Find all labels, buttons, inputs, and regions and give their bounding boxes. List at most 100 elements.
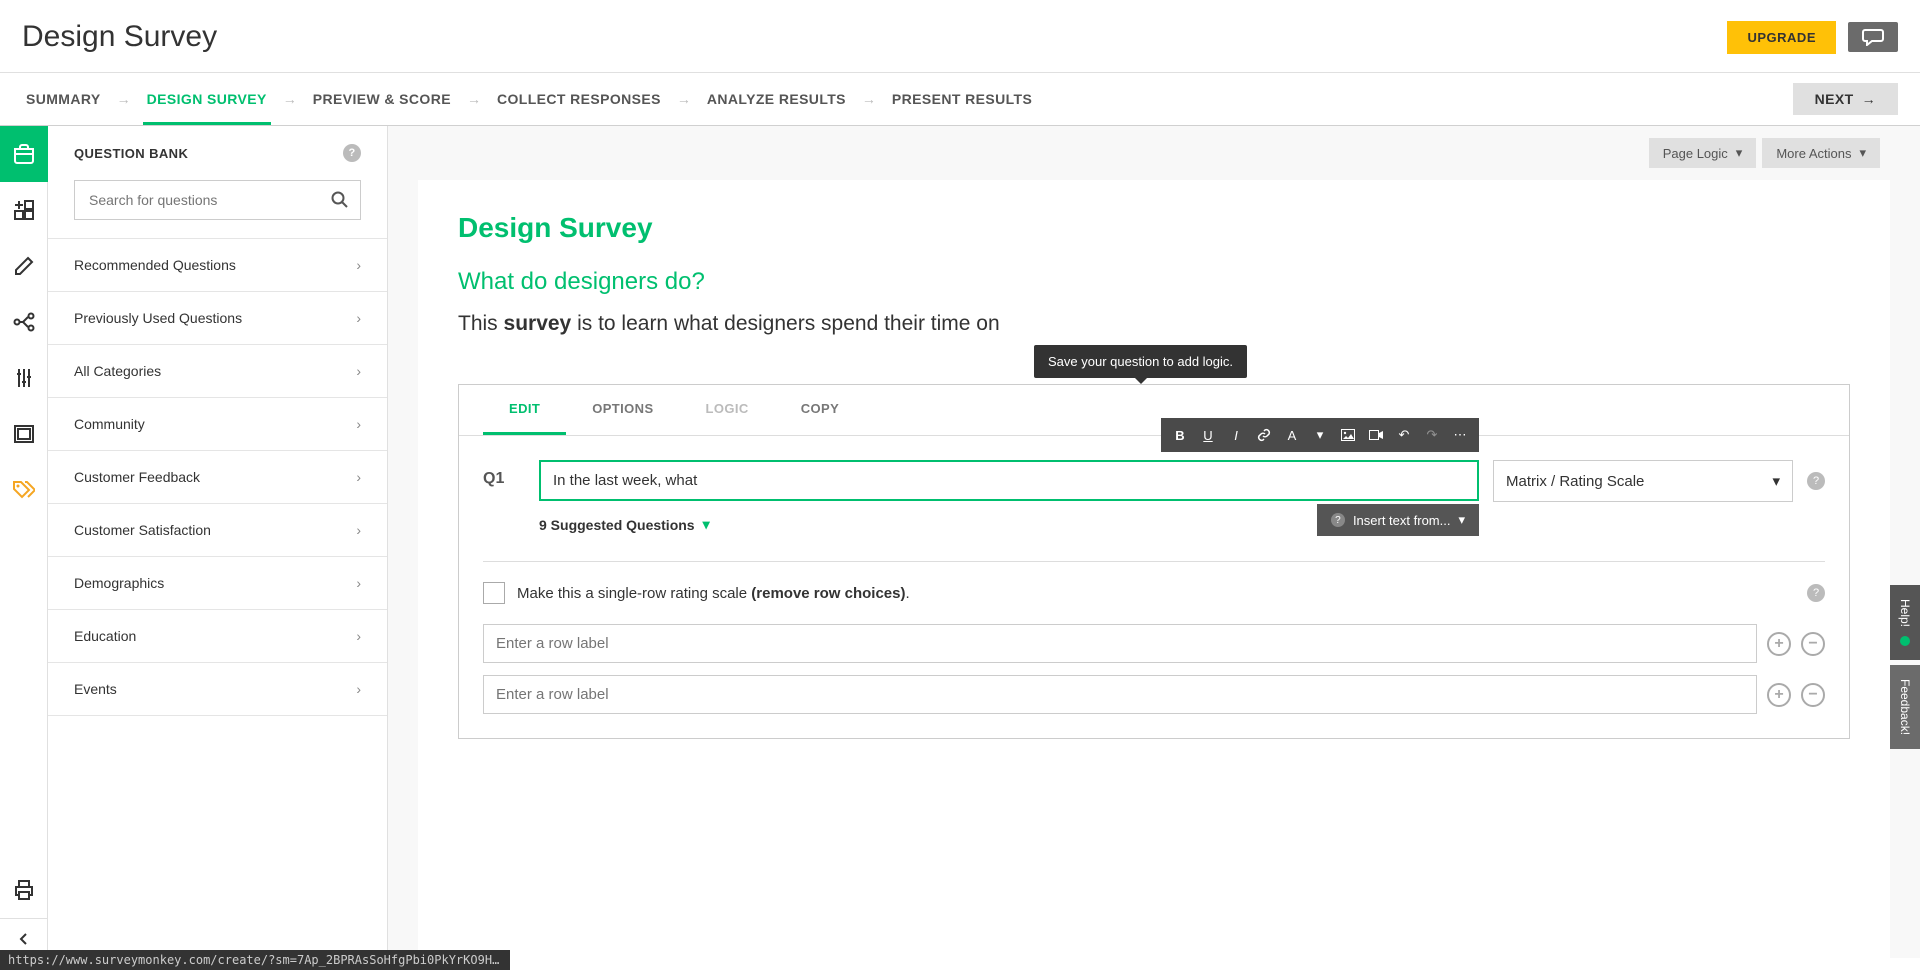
caret-down-icon: ▾ bbox=[1458, 512, 1465, 528]
sidebar-cat-education[interactable]: Education› bbox=[48, 610, 387, 663]
search-icon[interactable] bbox=[331, 191, 349, 209]
row-inputs: + − + − bbox=[483, 624, 1825, 714]
sidebar-cat-customer-feedback[interactable]: Customer Feedback› bbox=[48, 451, 387, 504]
chevron-right-icon: › bbox=[356, 363, 361, 379]
rail-themes[interactable] bbox=[0, 406, 48, 462]
rte-link[interactable] bbox=[1251, 422, 1277, 448]
question-text-input[interactable] bbox=[539, 460, 1479, 501]
question-editor: Save your question to add logic. EDIT OP… bbox=[458, 384, 1850, 739]
rte-image[interactable] bbox=[1335, 422, 1361, 448]
image-icon bbox=[14, 425, 34, 443]
header-actions: UPGRADE bbox=[1727, 21, 1898, 54]
chevron-left-icon bbox=[17, 932, 31, 946]
rte-underline[interactable]: U bbox=[1195, 422, 1221, 448]
sidebar-search bbox=[74, 180, 361, 220]
remove-row-button[interactable]: − bbox=[1801, 683, 1825, 707]
next-button[interactable]: NEXT → bbox=[1793, 83, 1898, 115]
tab-logic[interactable]: LOGIC bbox=[680, 385, 775, 435]
tags-icon bbox=[13, 481, 35, 499]
single-row-label: Make this a single-row rating scale (rem… bbox=[517, 585, 1795, 602]
more-actions-button[interactable]: More Actions ▾ bbox=[1762, 138, 1880, 168]
rte-video[interactable] bbox=[1363, 422, 1389, 448]
rail-options[interactable] bbox=[0, 350, 48, 406]
rte-more[interactable]: ⋯ bbox=[1447, 422, 1473, 448]
feedback-tab[interactable]: Feedback! bbox=[1890, 665, 1920, 749]
question-row: Q1 B U I A ▾ ↶ bbox=[483, 460, 1825, 502]
single-row-checkbox[interactable] bbox=[483, 582, 505, 604]
help-tab[interactable]: Help! bbox=[1890, 585, 1920, 660]
add-row-button[interactable]: + bbox=[1767, 683, 1791, 707]
tab-edit[interactable]: EDIT bbox=[483, 385, 566, 435]
nav-summary[interactable]: SUMMARY bbox=[22, 91, 105, 107]
sidebar: QUESTION BANK ? Recommended Questions› P… bbox=[48, 126, 388, 958]
question-body: Q1 B U I A ▾ ↶ bbox=[459, 436, 1849, 738]
rail-tags[interactable] bbox=[0, 462, 48, 518]
rail-builder[interactable] bbox=[0, 182, 48, 238]
help-icon[interactable]: ? bbox=[1807, 584, 1825, 602]
survey-title[interactable]: Design Survey bbox=[458, 212, 1850, 244]
status-bar: https://www.surveymonkey.com/create/?sm=… bbox=[0, 950, 510, 970]
nav-design-survey[interactable]: DESIGN SURVEY bbox=[143, 91, 271, 125]
upgrade-button[interactable]: UPGRADE bbox=[1727, 21, 1836, 54]
insert-text-button[interactable]: ? Insert text from... ▾ bbox=[1317, 504, 1479, 536]
suggested-questions-button[interactable]: 9 Suggested Questions ▾ bbox=[539, 516, 1825, 533]
nav-collect-responses[interactable]: COLLECT RESPONSES bbox=[493, 91, 665, 107]
sidebar-cat-events[interactable]: Events› bbox=[48, 663, 387, 716]
row-input-line: + − bbox=[483, 624, 1825, 663]
sidebar-cat-demographics[interactable]: Demographics› bbox=[48, 557, 387, 610]
sliders-icon bbox=[14, 368, 34, 388]
question-input-wrap: B U I A ▾ ↶ ↷ ⋯ bbox=[539, 460, 1479, 501]
rte-font[interactable]: A bbox=[1279, 422, 1305, 448]
row-input-line: + − bbox=[483, 675, 1825, 714]
remove-row-button[interactable]: − bbox=[1801, 632, 1825, 656]
rail-question-bank[interactable] bbox=[0, 126, 48, 182]
link-icon bbox=[1257, 428, 1271, 442]
chat-button[interactable] bbox=[1848, 22, 1898, 52]
tab-copy[interactable]: COPY bbox=[775, 385, 865, 435]
sidebar-cat-all[interactable]: All Categories› bbox=[48, 345, 387, 398]
page-logic-button[interactable]: Page Logic ▾ bbox=[1649, 138, 1757, 168]
chevron-right-icon: › bbox=[356, 681, 361, 697]
rte-italic[interactable]: I bbox=[1223, 422, 1249, 448]
briefcase-icon bbox=[13, 144, 35, 164]
search-input[interactable] bbox=[74, 180, 361, 220]
rte-font-dropdown[interactable]: ▾ bbox=[1307, 422, 1333, 448]
add-row-button[interactable]: + bbox=[1767, 632, 1791, 656]
header: Design Survey UPGRADE bbox=[0, 0, 1920, 73]
row-label-input[interactable] bbox=[483, 675, 1757, 714]
survey-description[interactable]: This survey is to learn what designers s… bbox=[458, 312, 1850, 336]
rail-logic[interactable] bbox=[0, 294, 48, 350]
main-layout: QUESTION BANK ? Recommended Questions› P… bbox=[0, 126, 1920, 958]
canvas-body: Design Survey What do designers do? This… bbox=[418, 180, 1890, 958]
sidebar-cat-previously-used[interactable]: Previously Used Questions› bbox=[48, 292, 387, 345]
caret-down-icon: ▾ bbox=[703, 516, 710, 533]
blocks-icon bbox=[14, 200, 34, 220]
nav-analyze-results[interactable]: ANALYZE RESULTS bbox=[703, 91, 850, 107]
chevron-right-icon: › bbox=[356, 310, 361, 326]
chevron-right-icon: › bbox=[356, 469, 361, 485]
next-label: NEXT bbox=[1815, 91, 1854, 107]
chevron-right-icon: › bbox=[356, 257, 361, 273]
rte-redo[interactable]: ↷ bbox=[1419, 422, 1445, 448]
arrow-right-icon: → bbox=[1862, 91, 1876, 107]
tab-options[interactable]: OPTIONS bbox=[566, 385, 679, 435]
breadcrumb-nav: SUMMARY → DESIGN SURVEY → PREVIEW & SCOR… bbox=[0, 73, 1920, 126]
nav-present-results[interactable]: PRESENT RESULTS bbox=[888, 91, 1036, 107]
question-type-select[interactable]: Matrix / Rating Scale ▾ bbox=[1493, 460, 1793, 502]
status-dot-icon bbox=[1900, 636, 1910, 646]
help-icon[interactable]: ? bbox=[1807, 472, 1825, 490]
rail-print[interactable] bbox=[0, 862, 48, 918]
sidebar-header: QUESTION BANK ? bbox=[48, 126, 387, 180]
rail-appearance[interactable] bbox=[0, 238, 48, 294]
help-icon[interactable]: ? bbox=[343, 144, 361, 162]
sidebar-cat-customer-satisfaction[interactable]: Customer Satisfaction› bbox=[48, 504, 387, 557]
row-label-input[interactable] bbox=[483, 624, 1757, 663]
survey-subtitle[interactable]: What do designers do? bbox=[458, 268, 1850, 296]
sidebar-list: Recommended Questions› Previously Used Q… bbox=[48, 238, 387, 716]
nav-preview-score[interactable]: PREVIEW & SCORE bbox=[309, 91, 455, 107]
rte-undo[interactable]: ↶ bbox=[1391, 422, 1417, 448]
sidebar-cat-community[interactable]: Community› bbox=[48, 398, 387, 451]
sidebar-cat-recommended[interactable]: Recommended Questions› bbox=[48, 239, 387, 292]
rte-bold[interactable]: B bbox=[1167, 422, 1193, 448]
chevron-right-icon: → bbox=[467, 91, 481, 107]
